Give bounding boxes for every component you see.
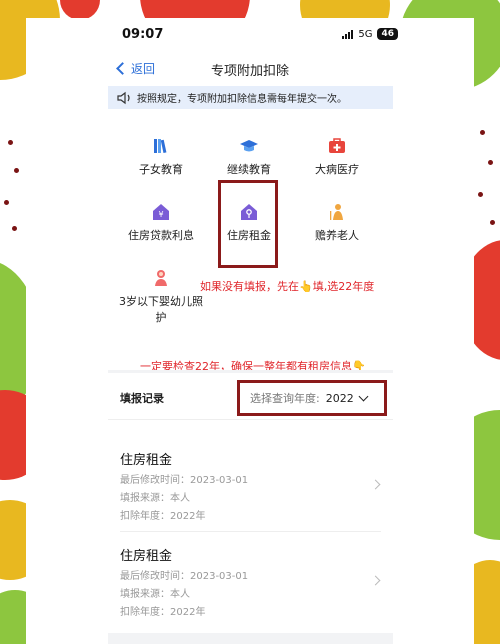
category-label: 继续教育 — [227, 163, 271, 176]
category-label: 3岁以下婴幼儿照护 — [119, 295, 203, 324]
elderly-icon — [330, 204, 343, 220]
category-serious-illness[interactable]: 大病医疗 — [292, 136, 382, 178]
category-label: 赡养老人 — [315, 229, 359, 242]
records-section: 填报记录 选择查询年度: 2022 住房租金 最后修改时间：2023-03-01… — [108, 373, 393, 633]
signal-icon — [342, 29, 354, 39]
nav-bar: 返回 专项附加扣除 — [26, 54, 474, 84]
speaker-icon — [117, 91, 130, 104]
record-item[interactable]: 住房租金 最后修改时间：2023-03-01 填报来源：本人 扣除年度：2022… — [108, 443, 393, 533]
page-title: 专项附加扣除 — [210, 64, 289, 79]
house-yuan-icon: ¥ — [153, 204, 169, 220]
category-continuing-education[interactable]: 继续教育 — [204, 136, 294, 178]
notice-text: 按照规定，专项附加扣除信息需每年提交一次。 — [137, 94, 347, 105]
record-item[interactable]: 住房租金 最后修改时间：2023-03-01 填报来源：本人 扣除年度：2022… — [108, 539, 393, 629]
record-year: 扣除年度：2022年 — [120, 511, 206, 522]
books-icon — [154, 139, 167, 154]
chevron-down-icon — [358, 391, 369, 401]
category-label: 大病医疗 — [315, 163, 359, 176]
category-infant-care[interactable]: 3岁以下婴幼儿照护 — [116, 268, 206, 326]
network-label: 5G — [358, 28, 373, 40]
chevron-right-icon — [370, 575, 381, 586]
annotation-fill-hint: 如果没有填报，先在👆填,选22年度 — [200, 280, 375, 293]
record-name: 住房租金 — [120, 453, 173, 468]
status-bar: 09:07 5G 46 — [26, 18, 474, 50]
graduation-cap-icon — [240, 140, 258, 152]
svg-text:¥: ¥ — [158, 210, 163, 219]
category-child-education[interactable]: 子女教育 — [116, 136, 206, 178]
battery-icon: 46 — [377, 28, 398, 40]
status-time: 09:07 — [122, 27, 164, 42]
baby-icon — [155, 270, 167, 286]
category-label: 住房贷款利息 — [128, 229, 194, 242]
notice-banner: 按照规定，专项附加扣除信息需每年提交一次。 — [108, 86, 393, 109]
chevron-right-icon — [370, 479, 381, 490]
category-elderly-support[interactable]: 赡养老人 — [292, 202, 382, 244]
record-modified: 最后修改时间：2023-03-01 — [120, 475, 249, 486]
divider — [120, 531, 381, 532]
category-label: 子女教育 — [139, 163, 183, 176]
record-source: 填报来源：本人 — [120, 493, 190, 504]
record-modified: 最后修改时间：2023-03-01 — [120, 571, 249, 582]
records-title: 填报记录 — [120, 392, 164, 405]
record-source: 填报来源：本人 — [120, 589, 190, 600]
category-housing-loan-interest[interactable]: ¥ 住房贷款利息 — [116, 202, 206, 244]
record-year: 扣除年度：2022年 — [120, 607, 206, 618]
highlight-box-housing-rent — [218, 180, 278, 268]
year-filter-value: 2022 — [325, 391, 354, 405]
medical-kit-icon — [329, 138, 345, 153]
year-filter-label: 选择查询年度: — [250, 392, 320, 405]
year-filter-select[interactable]: 选择查询年度: 2022 — [237, 380, 387, 416]
phone-screen: 09:07 5G 46 返回 专项附加扣除 按照规定，专项附加扣除信息需每年提交… — [26, 18, 474, 644]
record-name: 住房租金 — [120, 549, 173, 564]
records-header: 填报记录 选择查询年度: 2022 — [108, 373, 393, 420]
